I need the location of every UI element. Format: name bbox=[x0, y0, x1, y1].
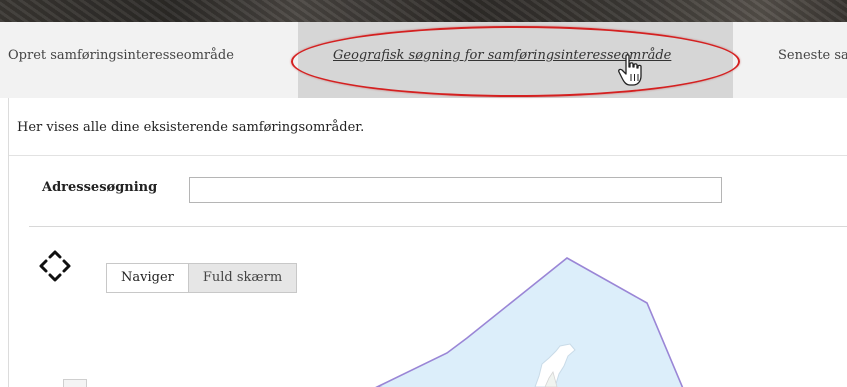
address-search-input[interactable] bbox=[189, 177, 722, 203]
navigate-button[interactable]: Naviger bbox=[106, 263, 189, 293]
hand-pointer-icon bbox=[618, 54, 642, 86]
header-banner-image bbox=[0, 0, 847, 22]
intro-text: Her vises alle dine eksisterende samføri… bbox=[17, 120, 365, 135]
map-mode-buttons: Naviger Fuld skærm bbox=[106, 263, 298, 293]
tab-create-area[interactable]: Opret samføringsinteresseområde bbox=[8, 22, 288, 98]
address-search-label: Adressesøgning bbox=[42, 180, 158, 195]
tab-latest[interactable]: Seneste sa bbox=[778, 22, 847, 98]
highlight-ellipse-annotation bbox=[291, 26, 740, 97]
map-view[interactable]: Naviger Fuld skærm bbox=[37, 248, 847, 387]
tab-create-area-label: Opret samføringsinteresseområde bbox=[8, 48, 234, 63]
zoom-in-button[interactable] bbox=[63, 379, 87, 387]
fullscreen-button[interactable]: Fuld skærm bbox=[188, 263, 298, 293]
divider bbox=[29, 226, 847, 227]
tab-latest-label: Seneste sa bbox=[778, 48, 847, 63]
pan-arrows-icon[interactable] bbox=[37, 248, 73, 284]
divider bbox=[9, 155, 847, 156]
main-content: Her vises alle dine eksisterende samføri… bbox=[8, 98, 847, 387]
